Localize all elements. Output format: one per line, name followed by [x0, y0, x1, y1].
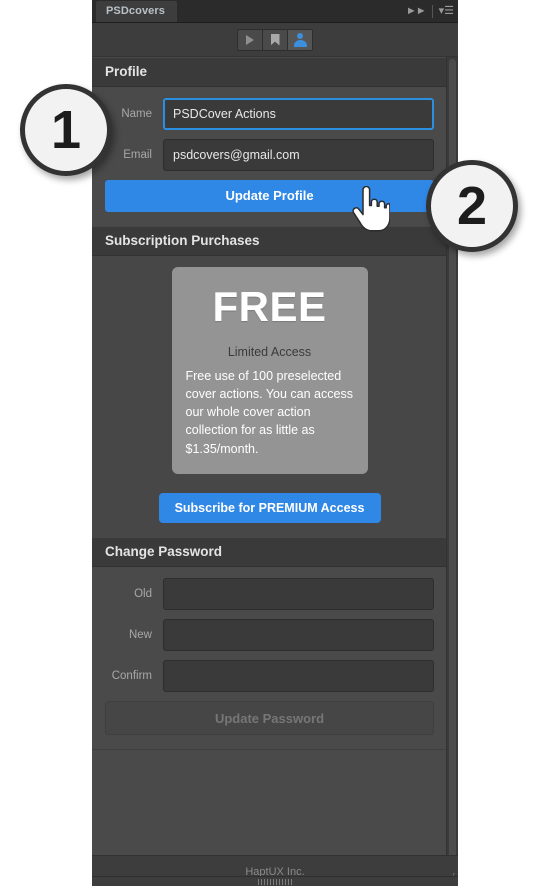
- name-label: Name: [121, 108, 152, 120]
- new-password-input[interactable]: [163, 618, 434, 651]
- account-button[interactable]: [288, 29, 312, 50]
- psdcovers-panel-window: PSDcovers ►► ▾☰ Profile Name PSDCover Ac…: [92, 0, 458, 886]
- bookmark-icon: [270, 33, 280, 46]
- play-button[interactable]: [238, 29, 263, 50]
- plan-title: FREE: [212, 283, 327, 330]
- update-password-button[interactable]: Update Password: [105, 700, 434, 735]
- tab-psdcovers[interactable]: PSDcovers: [96, 1, 177, 22]
- section-body-profile: Name PSDCover Actions Email psdcovers@gm…: [92, 87, 447, 226]
- panel-icon-toolbar: [237, 28, 313, 51]
- field-row-name: Name PSDCover Actions: [105, 98, 434, 130]
- panel-body: Profile Name PSDCover Actions Email psdc…: [92, 57, 458, 886]
- panel-empty-area: [92, 748, 447, 862]
- panel-scroll-area: Profile Name PSDCover Actions Email psdc…: [92, 57, 447, 886]
- bookmark-button[interactable]: [263, 29, 288, 50]
- field-row-email: Email psdcovers@gmail.com: [105, 139, 434, 171]
- panel-menu-icon[interactable]: ▾☰: [439, 5, 454, 17]
- subscribe-premium-button[interactable]: Subscribe for PREMIUM Access: [158, 492, 381, 523]
- confirm-password-label: Confirm: [111, 669, 152, 682]
- old-password-label: Old: [134, 587, 152, 600]
- field-row-old-password: Old: [105, 577, 434, 610]
- play-icon: [246, 34, 254, 45]
- panel-bottom-drag-bar[interactable]: [92, 876, 458, 886]
- plan-description: Free use of 100 preselected cover action…: [185, 369, 353, 456]
- plan-subtitle: Limited Access: [227, 345, 312, 360]
- section-body-subscription: FREE Limited Access Free use of 100 pres…: [92, 256, 447, 537]
- double-chevron-right-icon[interactable]: ►►: [406, 5, 427, 17]
- panel-tab-bar: PSDcovers ►► ▾☰: [92, 0, 458, 23]
- panel-tab-controls: ►► ▾☰: [406, 0, 454, 22]
- person-icon: [293, 33, 307, 47]
- old-password-input[interactable]: [163, 577, 434, 610]
- section-header-change-password: Change Password: [92, 536, 447, 567]
- plan-card-free: FREE Limited Access Free use of 100 pres…: [171, 267, 368, 474]
- panel-icon-toolbar-row: [92, 23, 458, 57]
- confirm-password-input[interactable]: [163, 659, 434, 692]
- email-label: Email: [123, 149, 152, 161]
- callout-badge-1: 1: [20, 84, 112, 176]
- section-header-profile: Profile: [92, 57, 447, 87]
- callout-badge-2: 2: [426, 160, 518, 252]
- section-body-change-password: Old New Confirm Update Password: [92, 566, 447, 749]
- new-password-label: New: [128, 628, 152, 641]
- field-row-confirm-password: Confirm: [105, 659, 434, 692]
- field-row-new-password: New: [105, 618, 434, 651]
- drag-grip-icon: [258, 878, 292, 885]
- section-header-subscription: Subscription Purchases: [92, 226, 447, 256]
- toolbar-divider: [431, 4, 433, 18]
- email-input[interactable]: psdcovers@gmail.com: [163, 139, 434, 171]
- name-input[interactable]: PSDCover Actions: [163, 98, 434, 130]
- update-profile-button[interactable]: Update Profile: [105, 180, 434, 212]
